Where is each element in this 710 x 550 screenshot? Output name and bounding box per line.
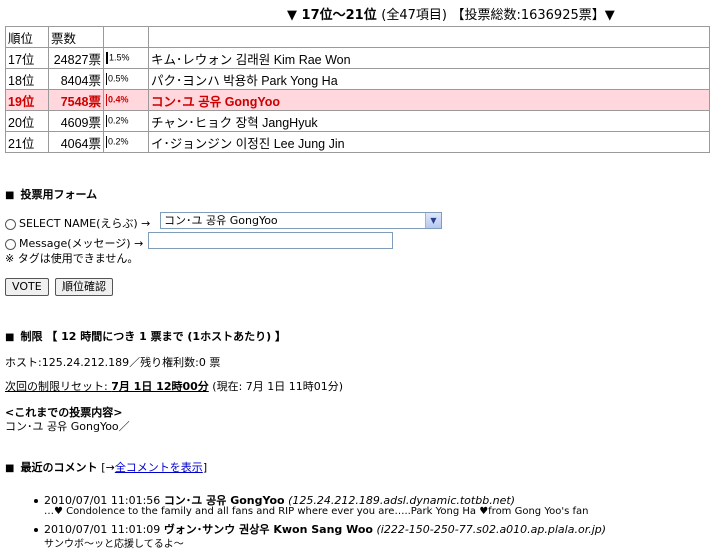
comment-text: サンウボ〜ッと応援してるよ〜 [44,539,184,550]
message-label: Message(メッセージ) → [19,237,144,250]
row-rank: 17位 [5,47,49,69]
message-input[interactable] [148,232,393,249]
table-row: 20位 4609票 0.2% チャン･ヒョク 장혁 JangHyuk [5,110,710,132]
row-vote-bar: 0.4% [103,89,149,111]
row-rank: 21位 [5,131,49,153]
reset-info: 次回の制限リセット: 7月 1日 12時00分 (現在: 7月 1日 11時01… [5,378,343,394]
square-bullet-icon: ■ [5,463,15,474]
table-row-highlighted: 19位 7548票 0.4% コン･ユ 공유 GongYoo [5,89,710,111]
row-rank: 20位 [5,110,49,132]
chevron-down-icon[interactable]: ▼ [425,213,441,228]
header-range: ▼ 17位〜21位 [287,8,377,23]
select-name-radio[interactable] [5,218,16,230]
row-percent: 0.2% [108,115,129,126]
history-value: コン･ユ 공유 GongYoo／ [5,420,130,433]
row-percent: 0.5% [108,73,129,84]
rank-check-button[interactable]: 順位確認 [55,278,113,296]
row-votes: 7548票 [48,89,104,111]
vote-bar-icon [106,52,108,64]
row-vote-bar: 0.2% [103,131,149,153]
header-total-votes: 【投票総数:1636925票】▼ [451,8,615,23]
message-row: Message(メッセージ) → [5,235,143,251]
row-percent: 0.2% [108,136,129,147]
limit-heading: 制限 [20,330,43,343]
row-name: キム･レウォン 김래원 Kim Rae Won [148,47,710,69]
message-radio[interactable] [5,238,16,250]
comments-link-prefix: [→ [101,461,115,474]
table-row: 17位 24827票 1.5% キム･レウォン 김래원 Kim Rae Won [5,47,710,69]
row-votes: 24827票 [48,47,104,69]
square-bullet-icon: ■ [5,332,15,343]
vote-bar-icon [106,136,107,148]
vote-bar-icon [106,94,107,106]
form-section-heading: ■ 投票用フォーム [5,186,97,202]
row-vote-bar: 1.5% [103,47,149,69]
square-bullet-icon: ■ [5,190,15,201]
tag-note: ※ タグは使用できません。 [5,252,139,265]
comments-heading: 最近のコメント [20,461,98,474]
row-name: コン･ユ 공유 GongYoo [148,89,710,111]
all-comments-link[interactable]: 全コメントを表示 [115,461,203,474]
vote-bar-icon [106,115,107,127]
col-header-rank: 順位 [5,26,49,48]
row-name: チャン･ヒョク 장혁 JangHyuk [148,110,710,132]
row-name: パク･ヨンハ 박용하 Park Yong Ha [148,68,710,90]
comment-text: …♥ Condolence to the family and all fans… [44,506,589,517]
name-select-value: コン･ユ 공유 GongYoo [164,214,278,227]
select-name-row: SELECT NAME(えらぶ) → [5,215,150,231]
col-header-bar [103,26,149,48]
row-votes: 8404票 [48,68,104,90]
vote-button[interactable]: VOTE [5,278,49,296]
bullet-icon [34,499,38,503]
row-percent: 1.5% [109,52,130,63]
bullet-icon [34,528,38,532]
row-vote-bar: 0.5% [103,68,149,90]
comments-link-suffix: ] [202,461,208,474]
limit-rule: 【 12 時間につき 1 票まで (1ホストあたり) 】 [46,330,286,343]
name-select[interactable]: コン･ユ 공유 GongYoo ▼ [160,212,442,229]
reset-label: 次回の制限リセット: [5,380,112,393]
comment-host: (i222-150-250-77.s02.a010.ap.plala.or.jp… [376,523,607,536]
ranking-table: 順位 票数 17位 24827票 1.5% キム･レウォン 김래원 Kim Ra… [5,26,710,153]
row-name: イ･ジョンジン 이정진 Lee Jung Jin [148,131,710,153]
col-header-votes: 票数 [48,26,104,48]
limit-section-heading: ■ 制限 【 12 時間につき 1 票まで (1ホストあたり) 】 [5,328,286,344]
row-rank: 18位 [5,68,49,90]
select-name-label: SELECT NAME(えらぶ) → [19,217,151,230]
ranking-header: ▼ 17位〜21位 (全47項目) 【投票総数:1636925票】▼ [287,4,615,23]
table-row: 21位 4064票 0.2% イ･ジョンジン 이정진 Lee Jung Jin [5,131,710,153]
table-row: 18位 8404票 0.5% パク･ヨンハ 박용하 Park Yong Ha [5,68,710,90]
row-votes: 4064票 [48,131,104,153]
vote-bar-icon [106,73,107,85]
comments-section-heading: ■ 最近のコメント [→全コメントを表示] [5,459,207,475]
row-rank: 19位 [5,89,49,111]
host-info: ホスト:125.24.212.189／残り権利数:0 票 [5,356,221,369]
col-header-name [148,26,710,48]
table-header-row: 順位 票数 [5,26,710,48]
reset-time: 7月 1日 12時00分 [111,380,209,393]
row-vote-bar: 0.2% [103,110,149,132]
comment-name: ヴォン･サンウ 권상우 Kwon Sang Woo [163,523,373,536]
form-heading: 投票用フォーム [20,188,98,201]
current-time: (現在: 7月 1日 11時01分) [212,380,344,393]
header-total-items: (全47項目) [381,8,447,23]
row-percent: 0.4% [108,94,129,105]
row-votes: 4609票 [48,110,104,132]
